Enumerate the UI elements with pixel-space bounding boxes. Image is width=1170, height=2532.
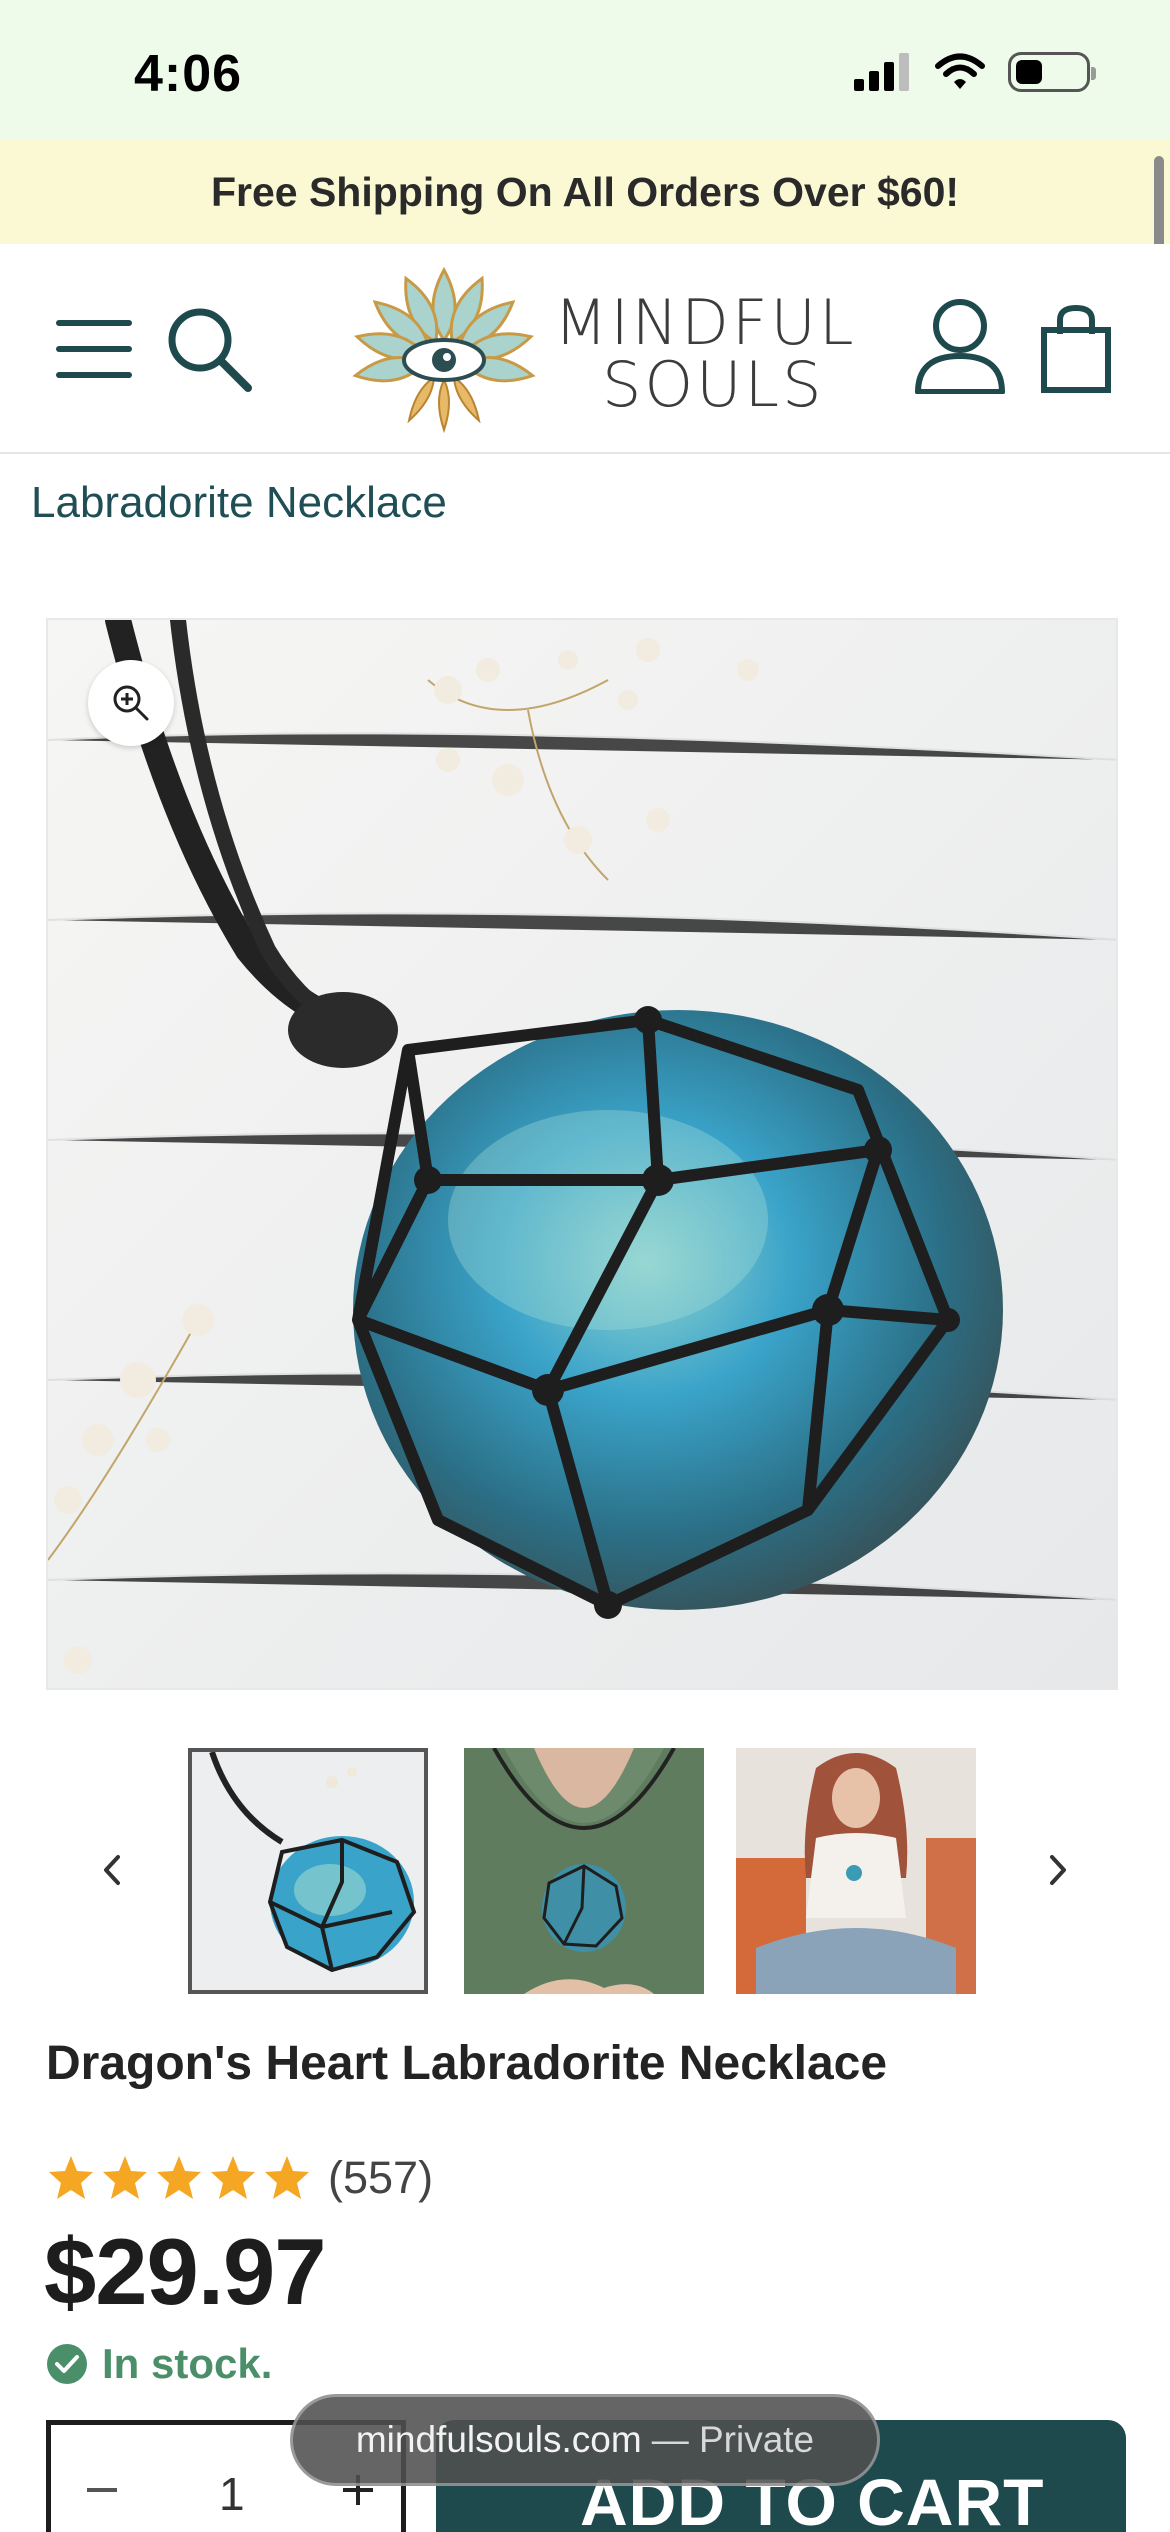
thumbnail-2[interactable] [464, 1748, 704, 1994]
product-title: Dragon's Heart Labradorite Necklace [46, 2037, 888, 2090]
thumbnail-carousel [0, 1748, 1170, 1994]
product-main-image[interactable] [46, 618, 1118, 1690]
rating-count: (557) [328, 2152, 434, 2203]
stock-status: In stock. [46, 2340, 272, 2388]
battery-icon [1008, 52, 1096, 92]
cellular-signal-icon [854, 53, 909, 91]
product-price: $29.97 [44, 2219, 327, 2324]
chevron-right-icon [1050, 1855, 1066, 1885]
star-icon [103, 2156, 147, 2199]
announcement-bar: Free Shipping On All Orders Over $60! [0, 140, 1170, 244]
star-icon [211, 2156, 255, 2199]
site-header: MINDFUL SOULS [0, 244, 1170, 454]
breadcrumb[interactable]: Labradorite Necklace [31, 478, 447, 528]
brand-line-2: SOULS [602, 348, 825, 421]
announcement-text: Free Shipping On All Orders Over $60! [210, 168, 960, 215]
minus-icon[interactable] [87, 2487, 117, 2493]
check-circle-icon [47, 2344, 87, 2384]
chevron-left-icon [104, 1855, 120, 1885]
star-icon [157, 2156, 201, 2199]
search-icon[interactable] [166, 306, 252, 392]
lotus-eye-icon [352, 266, 536, 434]
star-icon [265, 2156, 309, 2199]
carousel-prev-button[interactable] [82, 1840, 142, 1900]
thumbnail-image-stone [192, 1752, 424, 1990]
stock-label: In stock. [102, 2340, 273, 2387]
zoom-button[interactable] [88, 660, 174, 746]
thumbnail-3[interactable] [736, 1748, 976, 1994]
brand-logo[interactable]: MINDFUL SOULS [344, 260, 853, 442]
zoom-icon [113, 685, 149, 721]
status-time: 4:06 [134, 45, 243, 103]
product-rating[interactable]: (557) [46, 2152, 433, 2204]
quantity-value[interactable]: 1 [219, 2467, 245, 2521]
account-icon[interactable] [914, 298, 1006, 394]
thumbnail-image-worn [464, 1748, 704, 1994]
status-bar: 4:06 [0, 0, 1170, 140]
brand-name: MINDFUL SOULS [554, 292, 856, 416]
wifi-icon [935, 53, 985, 89]
necklace-photo [48, 620, 1116, 1688]
thumbnail-image-model [736, 1748, 976, 1994]
private-mode-label: — Private [651, 2419, 815, 2460]
cart-icon[interactable] [1040, 304, 1112, 394]
menu-icon[interactable] [56, 318, 132, 380]
star-icon [49, 2156, 93, 2199]
carousel-next-button[interactable] [1028, 1840, 1088, 1900]
status-icons [854, 52, 1096, 92]
url-domain: mindfulsouls.com [355, 2419, 642, 2460]
thumbnail-1[interactable] [188, 1748, 428, 1994]
browser-url-pill[interactable]: mindfulsouls.com — Private [290, 2394, 880, 2486]
